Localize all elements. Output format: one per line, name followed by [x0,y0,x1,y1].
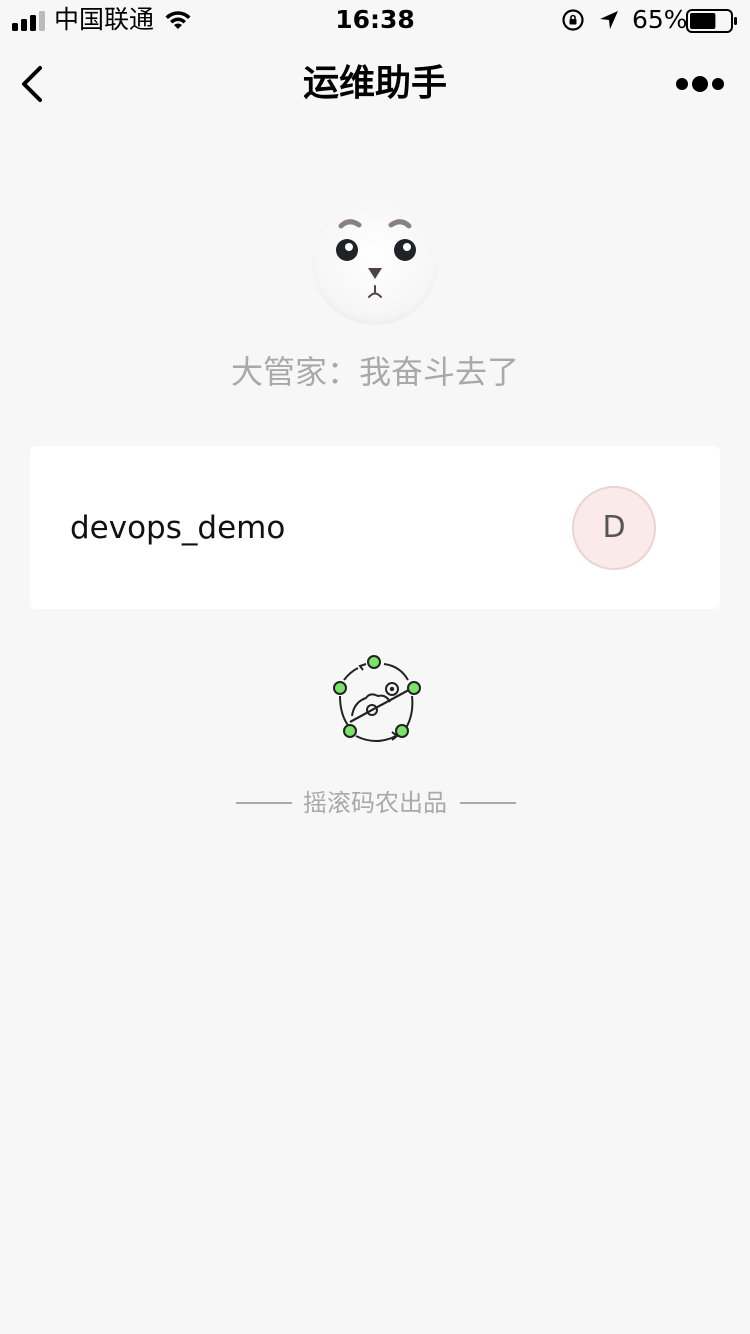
project-initial-badge: D [572,486,656,570]
rotation-lock-icon [562,9,584,31]
project-card[interactable]: devops_demo D [30,446,720,609]
devops-cycle-logo-icon [333,655,421,742]
battery-percent: 65% [632,5,688,34]
footer-divider-right [460,802,516,804]
location-arrow-icon [600,11,618,29]
screen: 中国联通 16:38 65% 运维助手 大管家：我奋斗去了 devops_dem… [0,0,750,1334]
status-bar: 中国联通 16:38 65% [0,0,750,40]
avatar [312,199,438,325]
battery-icon [686,9,737,33]
profile-status-text: 大管家：我奋斗去了 [230,353,519,391]
project-name: devops_demo [70,510,286,546]
footer-credit: 摇滚码农出品 [303,789,447,817]
more-options-icon[interactable] [672,70,728,98]
page-title: 运维助手 [302,63,447,104]
nav-bar: 运维助手 [0,40,750,128]
